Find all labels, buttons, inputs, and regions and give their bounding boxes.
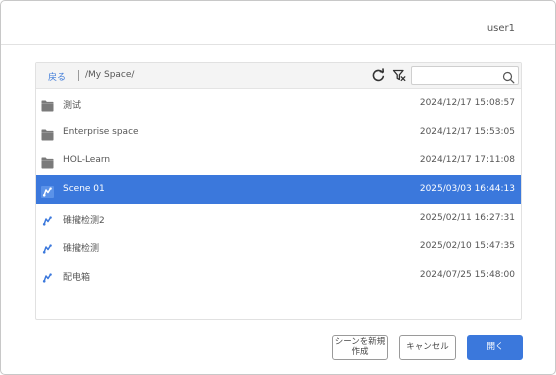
- file-name: 碓攏检测2: [63, 215, 105, 226]
- user-label: user1: [486, 23, 515, 34]
- file-date: 2024/12/17 17:11:08: [419, 155, 515, 166]
- file-date: 2024/12/17 15:53:05: [419, 126, 515, 137]
- file-date: 2025/02/11 16:27:31: [419, 212, 515, 223]
- file-row[interactable]: Enterprise space 2024/12/17 15:53:05: [36, 118, 521, 147]
- scene-icon: [41, 269, 54, 283]
- file-date: 2024/12/17 15:08:57: [419, 98, 515, 108]
- file-name: 配电箱: [63, 273, 91, 284]
- file-row[interactable]: 碓攏检测 2025/02/10 15:47:35: [36, 232, 521, 261]
- search-field[interactable]: [411, 66, 519, 85]
- back-link[interactable]: 戻る: [48, 70, 66, 83]
- file-row[interactable]: Scene 01 2025/03/03 16:44:13: [36, 175, 521, 204]
- file-open-dialog: user1 戻る /My Space/ 測试 2024/12/17 15:08:…: [0, 0, 556, 375]
- refresh-icon[interactable]: [371, 68, 386, 83]
- file-row[interactable]: 配电箱 2024/07/25 15:48:00: [36, 261, 521, 290]
- search-input[interactable]: [416, 69, 500, 82]
- file-name: 碓攏检测: [63, 244, 100, 255]
- scene-icon: [41, 212, 54, 226]
- search-icon[interactable]: [502, 69, 515, 84]
- file-browser: 戻る /My Space/ 測试 2024/12/17 15:08:57 Ent…: [35, 62, 522, 320]
- folder-icon: [41, 126, 54, 141]
- new-scene-button[interactable]: シーンを新規 作成: [332, 335, 388, 360]
- file-date: 2024/07/25 15:48:00: [419, 270, 515, 281]
- open-button[interactable]: 開く: [467, 335, 523, 360]
- folder-icon: [41, 154, 54, 169]
- file-name: Enterprise space: [63, 126, 139, 137]
- dialog-header: user1: [1, 1, 555, 45]
- scene-icon: [41, 183, 54, 199]
- scene-icon: [41, 240, 54, 255]
- file-name: 測试: [63, 101, 82, 111]
- file-list: 測试 2024/12/17 15:08:57 Enterprise space …: [36, 89, 521, 290]
- file-name: HOL-Learn: [63, 155, 111, 166]
- file-name: Scene 01: [63, 184, 105, 195]
- filter-icon[interactable]: [392, 68, 407, 83]
- browser-toolbar: 戻る /My Space/: [36, 63, 521, 89]
- current-path: /My Space/: [85, 70, 135, 80]
- file-date: 2025/03/03 16:44:13: [419, 184, 515, 195]
- file-date: 2025/02/10 15:47:35: [419, 241, 515, 252]
- folder-icon: [41, 97, 54, 112]
- cancel-button[interactable]: キャンセル: [399, 335, 456, 360]
- file-row[interactable]: HOL-Learn 2024/12/17 17:11:08: [36, 146, 521, 175]
- file-row[interactable]: 測试 2024/12/17 15:08:57: [36, 89, 521, 118]
- path-divider: [78, 70, 79, 81]
- file-row[interactable]: 碓攏检测2 2025/02/11 16:27:31: [36, 204, 521, 233]
